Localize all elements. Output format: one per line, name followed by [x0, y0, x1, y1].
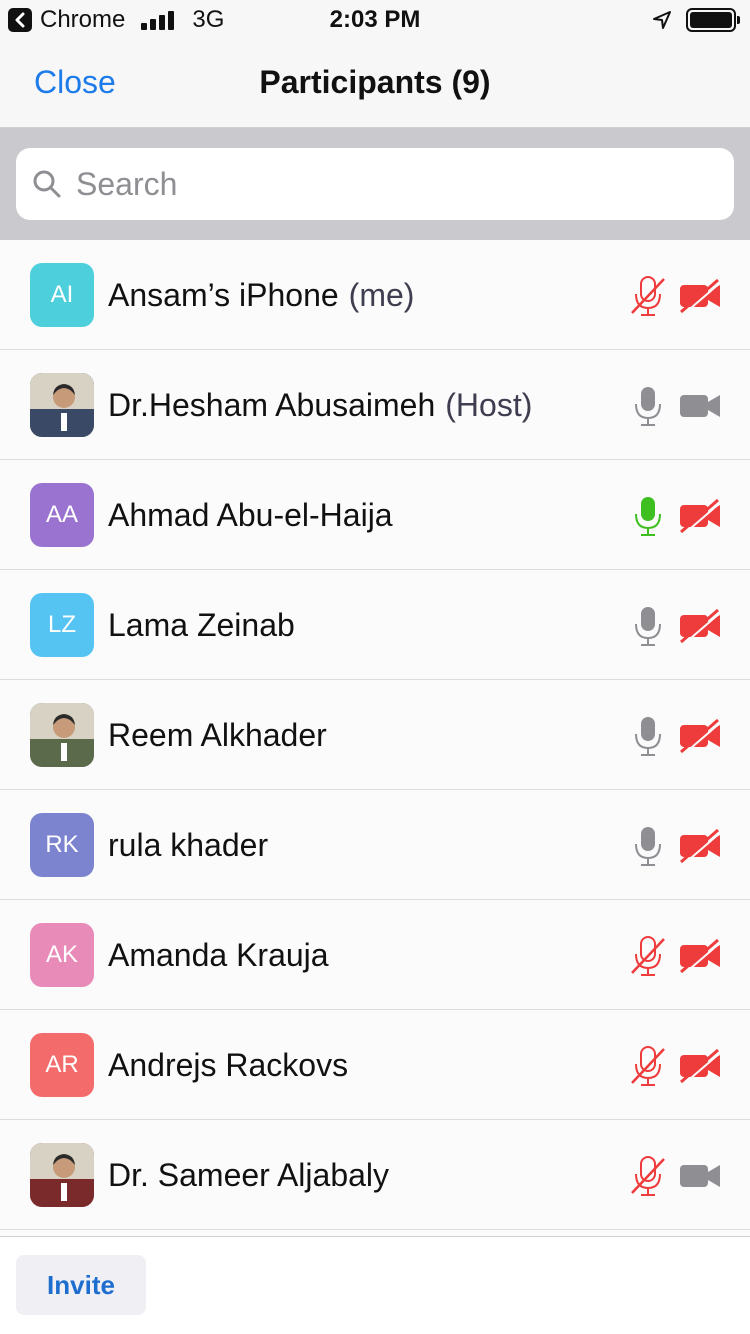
participant-name-line: Reem Alkhader — [108, 680, 327, 790]
avatar-initials: LZ — [47, 611, 76, 638]
mic-icon[interactable] — [628, 715, 668, 757]
location-arrow-icon — [653, 11, 671, 29]
participant-name: Reem Alkhader — [108, 717, 327, 753]
search-bar-container — [0, 128, 750, 240]
video-off-icon[interactable] — [678, 828, 722, 865]
participant-name: Dr. Sameer Aljabaly — [108, 1157, 390, 1193]
participant-name: Ansam’s iPhone — [108, 277, 339, 313]
search-input[interactable] — [76, 165, 676, 203]
avatar: AR — [30, 1033, 94, 1097]
participant-name: Amanda Krauja — [108, 937, 329, 973]
participant-name-line: Dr. Sameer Aljabaly — [108, 1120, 389, 1230]
search-icon — [33, 170, 61, 198]
mic-icon[interactable] — [628, 385, 668, 427]
mic-muted-icon[interactable] — [628, 935, 668, 977]
video-off-icon[interactable] — [678, 718, 722, 755]
video-off-icon[interactable] — [678, 498, 722, 535]
video-off-icon[interactable] — [678, 1048, 722, 1085]
mic-muted-icon[interactable] — [628, 275, 668, 317]
video-off-icon[interactable] — [678, 608, 722, 645]
mic-icon[interactable] — [628, 825, 668, 867]
participant-name-line: Andrejs Rackovs — [108, 1010, 348, 1120]
avatar-initials: AI — [50, 281, 74, 308]
nav-bar: Participants (9) Close — [0, 40, 750, 128]
participant-name-line: Ansam’s iPhone (me) — [108, 240, 414, 350]
invite-button[interactable]: Invite — [16, 1255, 146, 1315]
participant-row[interactable]: AR Andrejs Rackovs — [0, 1010, 750, 1120]
participant-name-line: Ahmad Abu-el-Haija — [108, 460, 393, 570]
avatar: AI — [30, 263, 94, 327]
participant-name-line: Lama Zeinab — [108, 570, 295, 680]
mic-muted-icon[interactable] — [628, 1045, 668, 1087]
close-button[interactable]: Close — [34, 64, 116, 101]
participant-row[interactable]: AK Amanda Krauja — [0, 900, 750, 1010]
participant-row[interactable]: AI Ansam’s iPhone (me) — [0, 240, 750, 350]
participant-row[interactable]: Reem Alkhader — [0, 680, 750, 790]
status-time: 2:03 PM — [329, 6, 421, 33]
participant-role-tag: (Host) — [445, 387, 533, 423]
avatar-photo — [30, 703, 94, 767]
video-camera-icon[interactable] — [678, 388, 722, 424]
status-bar-right — [652, 8, 740, 32]
avatar-photo — [30, 1143, 94, 1207]
participant-row[interactable]: RK rula khader — [0, 790, 750, 900]
participant-name: Dr.Hesham Abusaimeh — [108, 387, 436, 423]
participant-name-line: rula khader — [108, 790, 268, 900]
participant-name-line: Dr.Hesham Abusaimeh (Host) — [108, 350, 532, 460]
participant-row[interactable]: Dr.Hesham Abusaimeh (Host) — [0, 350, 750, 460]
avatar-initials: AR — [45, 1051, 79, 1078]
participant-row[interactable]: Dr. Sameer Aljabaly — [0, 1120, 750, 1230]
search-field[interactable] — [16, 148, 734, 220]
video-off-icon[interactable] — [678, 278, 722, 315]
participant-name: rula khader — [108, 827, 269, 863]
mic-icon[interactable] — [628, 605, 668, 647]
participant-name: Lama Zeinab — [108, 607, 295, 643]
avatar: AK — [30, 923, 94, 987]
video-off-icon[interactable] — [678, 938, 722, 975]
status-bar: Chrome 3G 2:03 PM — [0, 0, 750, 40]
participant-list[interactable]: AI Ansam’s iPhone (me) Dr.Hesham Abusaimeh(… — [0, 240, 750, 1236]
mic-speaking-icon[interactable] — [628, 495, 668, 537]
participant-row[interactable]: LZ Lama Zeinab — [0, 570, 750, 680]
footer-bar: Invite — [0, 1236, 750, 1334]
mic-muted-icon[interactable] — [628, 1155, 668, 1197]
avatar-photo — [30, 373, 94, 437]
avatar-initials: AK — [45, 941, 78, 968]
participant-role-tag: (me) — [348, 277, 415, 313]
avatar-initials: RK — [45, 831, 79, 858]
participant-name: Andrejs Rackovs — [108, 1047, 349, 1083]
avatar: LZ — [30, 593, 94, 657]
avatar: AA — [30, 483, 94, 547]
video-camera-icon[interactable] — [678, 1158, 722, 1194]
battery-icon — [686, 8, 740, 32]
participant-name: Ahmad Abu-el-Haija — [108, 497, 393, 533]
participant-name-line: Amanda Krauja — [108, 900, 329, 1010]
avatar-initials: AA — [45, 501, 78, 528]
avatar: RK — [30, 813, 94, 877]
participant-row[interactable]: AA Ahmad Abu-el-Haija — [0, 460, 750, 570]
